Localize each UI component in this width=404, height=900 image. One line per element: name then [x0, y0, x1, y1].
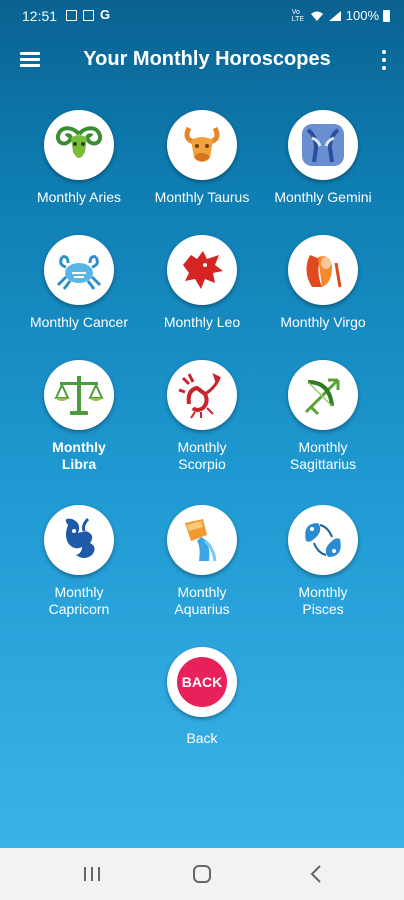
cancer-icon	[56, 255, 102, 290]
system-nav-bar	[0, 848, 404, 900]
volte-icon: Vo LTE	[291, 8, 305, 23]
back-nav-icon[interactable]	[302, 862, 330, 886]
scorpio-icon	[178, 373, 221, 419]
virgo-icon	[306, 255, 342, 288]
sign-tile-sagittarius[interactable]: Monthly Sagittarius	[256, 360, 390, 473]
battery-percent: 100%	[345, 8, 379, 23]
hamburger-icon	[20, 52, 40, 55]
image-notification-icon	[66, 9, 77, 21]
notification-icons: G	[66, 7, 111, 22]
more-vert-icon	[382, 50, 386, 54]
sign-label: Monthly Taurus	[154, 189, 250, 205]
libra-icon	[54, 376, 104, 415]
taurus-icon	[184, 126, 220, 162]
mail-notification-icon	[83, 9, 94, 21]
home-icon[interactable]	[188, 862, 216, 886]
overflow-menu-button[interactable]	[374, 46, 394, 74]
sign-label: Monthly Aries	[36, 189, 122, 205]
sign-label: Monthly Gemini	[274, 189, 372, 205]
status-bar: 12:51 G Vo LTE 100%	[0, 0, 404, 32]
status-time: 12:51	[22, 8, 58, 24]
sign-label: Monthly Aquarius	[174, 584, 230, 617]
aries-icon	[55, 126, 103, 158]
leo-icon	[183, 251, 223, 289]
sign-tile-aries[interactable]: Monthly Aries	[12, 110, 146, 206]
pisces-icon	[305, 523, 341, 557]
menu-button[interactable]	[12, 44, 48, 76]
page-title: Your Monthly Horoscopes	[83, 48, 331, 70]
wifi-icon	[310, 11, 323, 21]
sign-tile-gemini[interactable]: Monthly Gemini	[256, 110, 390, 206]
app-bar: Your Monthly Horoscopes	[0, 32, 404, 88]
sign-tile-pisces[interactable]: Monthly Pisces	[256, 505, 390, 618]
capricorn-icon	[65, 517, 95, 558]
back-button-badge: BACK	[177, 657, 227, 707]
sign-tile-cancer[interactable]: Monthly Cancer	[12, 235, 146, 331]
sign-label: Monthly Leo	[163, 314, 241, 330]
sign-label: Monthly Scorpio	[177, 439, 227, 472]
app-screen: 12:51 G Vo LTE 100% Your Monthly Horosco…	[0, 0, 404, 848]
sign-tile-leo[interactable]: Monthly Leo	[135, 235, 269, 331]
sign-label: Monthly Sagittarius	[289, 439, 357, 472]
google-notification-icon: G	[100, 7, 111, 22]
sagittarius-icon	[304, 378, 340, 416]
battery-icon	[383, 9, 390, 22]
system-icons: Vo LTE 100%	[292, 8, 390, 23]
gemini-icon	[302, 124, 344, 166]
sign-tile-taurus[interactable]: Monthly Taurus	[135, 110, 269, 206]
sign-tile-aquarius[interactable]: Monthly Aquarius	[135, 505, 269, 618]
sign-tile-libra[interactable]: Monthly Libra	[12, 360, 146, 473]
sign-tile-scorpio[interactable]: Monthly Scorpio	[135, 360, 269, 473]
sign-label: Monthly Capricorn	[48, 584, 110, 617]
signal-icon	[328, 10, 341, 21]
back-button[interactable]: BACK Back	[135, 647, 269, 746]
sign-label: Monthly Cancer	[29, 314, 129, 330]
recents-icon[interactable]	[78, 862, 106, 886]
sign-tile-capricorn[interactable]: Monthly Capricorn	[12, 505, 146, 618]
sign-label: Monthly Virgo	[280, 314, 366, 330]
sign-tile-virgo[interactable]: Monthly Virgo	[256, 235, 390, 331]
sign-label: Monthly Libra	[52, 439, 106, 472]
aquarius-icon	[185, 519, 217, 562]
back-label: Back	[186, 730, 218, 746]
sign-label: Monthly Pisces	[298, 584, 348, 617]
